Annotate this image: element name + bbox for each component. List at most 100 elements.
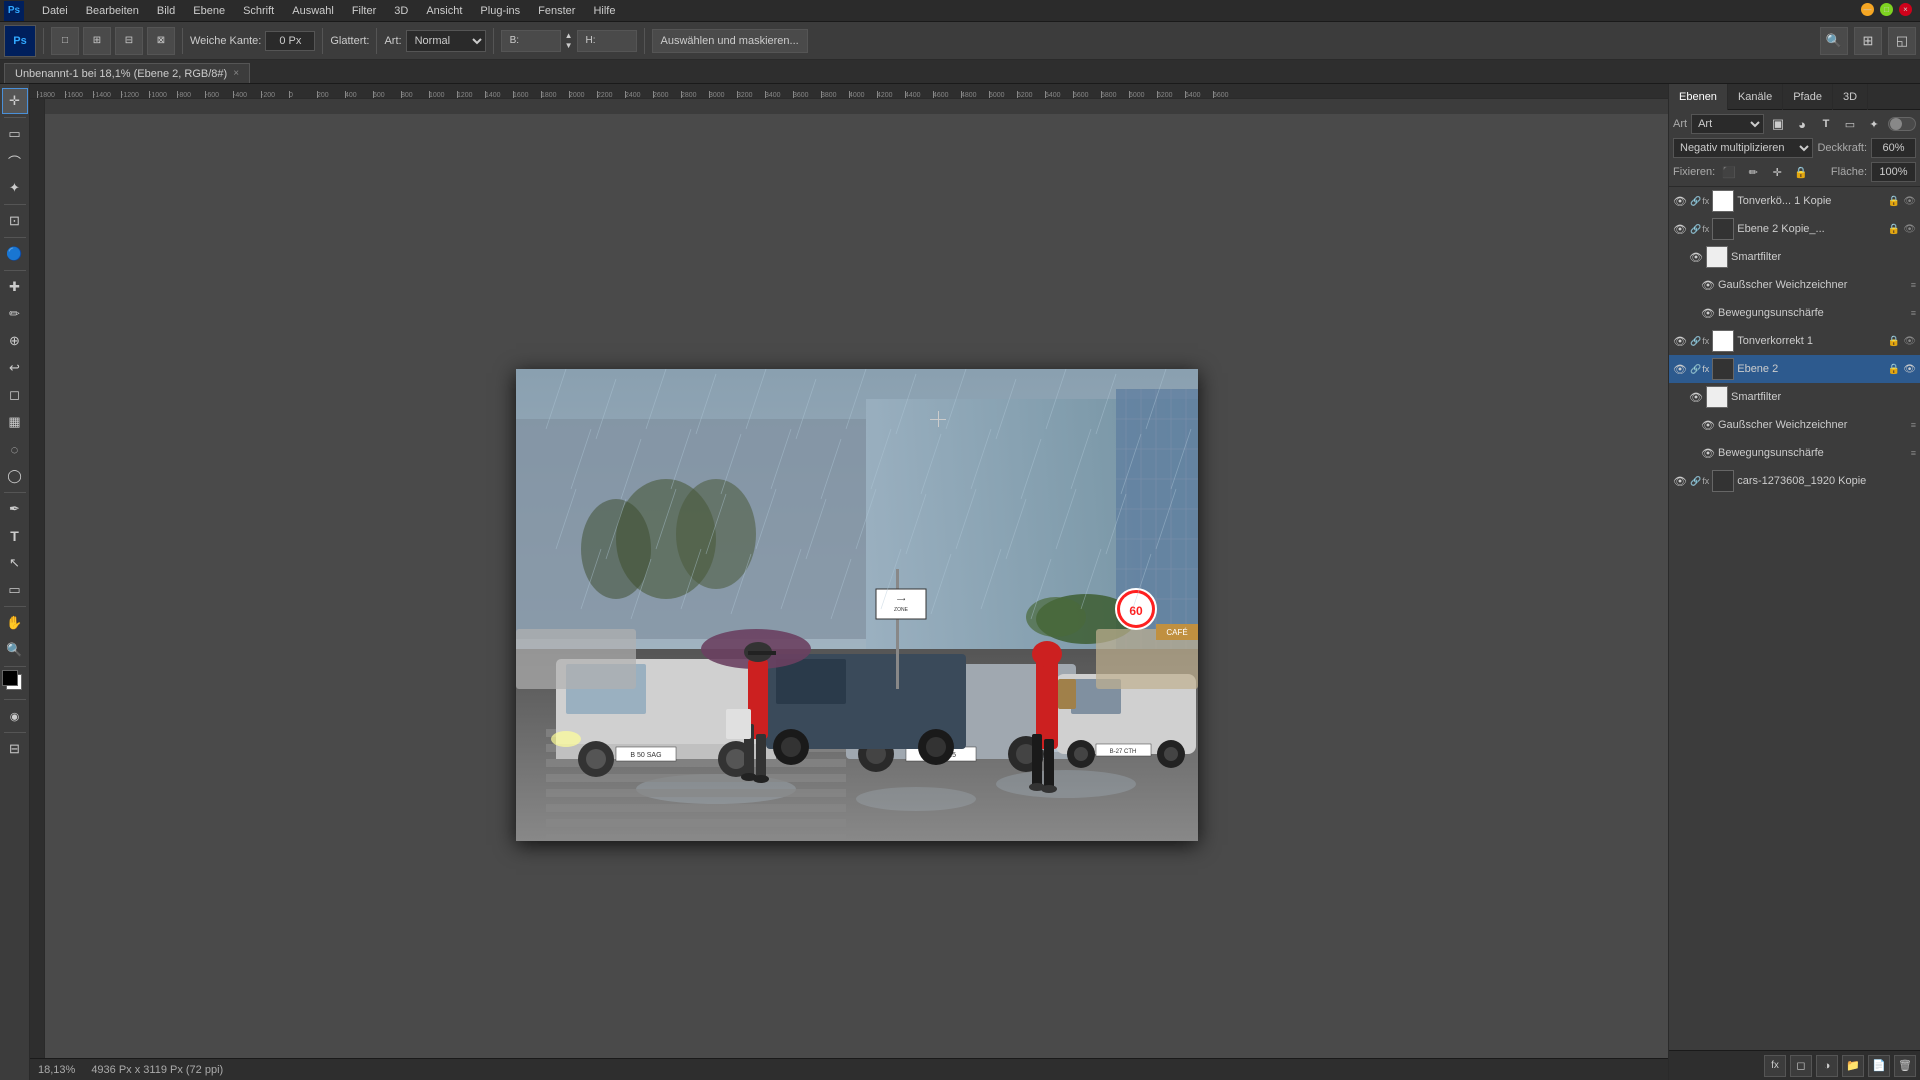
move-tool-btn[interactable]: ✛ [2, 88, 28, 114]
zoom-tool-btn[interactable]: 🔍 [2, 637, 28, 663]
layer-item-gauss1[interactable]: 👁 Gaußscher Weichzeichner ≡ [1669, 271, 1920, 299]
clone-tool-btn[interactable]: ⊕ [2, 328, 28, 354]
visibility-eye-bewegung1[interactable]: 👁 [1701, 306, 1715, 320]
visibility-eye-bewegung2[interactable]: 👁 [1701, 446, 1715, 460]
hand-tool-btn[interactable]: ✋ [2, 610, 28, 636]
menu-bild[interactable]: Bild [149, 3, 183, 19]
menu-hilfe[interactable]: Hilfe [585, 3, 623, 19]
color-swatches[interactable] [2, 670, 28, 696]
maximize-button[interactable]: □ [1880, 3, 1893, 16]
layer-item-ebene2[interactable]: 👁 🔗 fx Ebene 2 🔒 👁 [1669, 355, 1920, 383]
size-arrows[interactable]: ▲ ▼ [565, 31, 573, 50]
layer-item-bewegung1[interactable]: 👁 Bewegungsunschärfe ≡ [1669, 299, 1920, 327]
arrow-up[interactable]: ▲ [565, 31, 573, 41]
visibility-eye-ebene2-kopie[interactable]: 👁 [1673, 222, 1687, 236]
visibility-eye-sf2[interactable]: 👁 [1689, 390, 1703, 404]
layer-new-button[interactable]: 📄 [1868, 1055, 1890, 1077]
pen-tool-btn[interactable]: ✒ [2, 496, 28, 522]
workspace-icon-btn[interactable]: ⊞ [1854, 27, 1882, 55]
menu-fenster[interactable]: Fenster [530, 3, 583, 19]
search-icon-btn[interactable]: 🔍 [1820, 27, 1848, 55]
fill-input[interactable] [1871, 162, 1916, 182]
tab-close-btn[interactable]: × [233, 68, 239, 79]
filter-toggle[interactable] [1888, 117, 1916, 131]
layer-item-gauss2[interactable]: 👁 Gaußscher Weichzeichner ≡ [1669, 411, 1920, 439]
close-button[interactable]: × [1899, 3, 1912, 16]
menu-3d[interactable]: 3D [386, 3, 416, 19]
menu-schrift[interactable]: Schrift [235, 3, 282, 19]
tab-kanaele[interactable]: Kanäle [1728, 84, 1783, 110]
menu-bearbeiten[interactable]: Bearbeiten [78, 3, 147, 19]
menu-auswahl[interactable]: Auswahl [284, 3, 342, 19]
soft-edge-input[interactable] [265, 31, 315, 51]
filter-adjust-icon-btn[interactable]: ◕ [1792, 114, 1812, 134]
canvas-viewport[interactable]: B 50 SAG B 076825 [45, 114, 1668, 1080]
blend-mode-select[interactable]: Negativ multiplizieren Normal Aufhellen … [1673, 138, 1813, 158]
intersect-selection-btn[interactable]: ⊠ [147, 27, 175, 55]
lock-all-btn[interactable]: 🔒 [1791, 162, 1811, 182]
eraser-tool-btn[interactable]: ◻ [2, 382, 28, 408]
path-select-tool-btn[interactable]: ↖ [2, 550, 28, 576]
height-input[interactable] [596, 35, 631, 46]
visibility-eye-gauss1[interactable]: 👁 [1701, 278, 1715, 292]
screen-mode-btn[interactable]: ⊟ [2, 736, 28, 762]
minimize-button[interactable]: — [1861, 3, 1874, 16]
layer-item-cars-kopie[interactable]: 👁 🔗 fx cars-1273608_1920 Kopie [1669, 467, 1920, 495]
gradient-tool-btn[interactable]: ▦ [2, 409, 28, 435]
visibility-eye-tonverk-kopie[interactable]: 👁 [1673, 194, 1687, 208]
menu-filter[interactable]: Filter [344, 3, 384, 19]
brush-tool-btn[interactable]: ✏ [2, 301, 28, 327]
layer-delete-button[interactable]: 🗑 [1894, 1055, 1916, 1077]
visibility-eye-gauss2[interactable]: 👁 [1701, 418, 1715, 432]
lock-paint-btn[interactable]: ✏ [1743, 162, 1763, 182]
new-selection-btn[interactable]: □ [51, 27, 79, 55]
layer-fx-button[interactable]: fx [1764, 1055, 1786, 1077]
layer-item-tonverk-kopie[interactable]: 👁 🔗 fx Tonverkö... 1 Kopie 🔒 👁 [1669, 187, 1920, 215]
tab-3d[interactable]: 3D [1833, 84, 1868, 110]
rectangle-select-tool-btn[interactable]: ▭ [2, 121, 28, 147]
lock-position-btn[interactable]: ✛ [1767, 162, 1787, 182]
layer-adjustment-button[interactable]: ◑ [1816, 1055, 1838, 1077]
filter-pixel-icon-btn[interactable]: ▣ [1768, 114, 1788, 134]
eyedropper-tool-btn[interactable]: 🔵 [2, 241, 28, 267]
blur-tool-btn[interactable]: ◌ [2, 436, 28, 462]
shape-tool-btn[interactable]: ▭ [2, 577, 28, 603]
menu-plugins[interactable]: Plug-ins [472, 3, 528, 19]
lasso-tool-btn[interactable]: ⌒ [2, 148, 28, 174]
quick-mask-btn[interactable]: ◉ [2, 703, 28, 729]
magic-wand-tool-btn[interactable]: ✦ [2, 175, 28, 201]
filter-shape-icon-btn[interactable]: ▭ [1840, 114, 1860, 134]
subtract-selection-btn[interactable]: ⊟ [115, 27, 143, 55]
tab-pfade[interactable]: Pfade [1783, 84, 1833, 110]
text-tool-btn[interactable]: T [2, 523, 28, 549]
visibility-eye-tonverk1[interactable]: 👁 [1673, 334, 1687, 348]
foreground-color-swatch[interactable] [2, 670, 18, 686]
layer-mask-button[interactable]: ◻ [1790, 1055, 1812, 1077]
filter-smart-icon-btn[interactable]: ✦ [1864, 114, 1884, 134]
layer-group-button[interactable]: 📁 [1842, 1055, 1864, 1077]
menu-datei[interactable]: Datei [34, 3, 76, 19]
visibility-eye-cars[interactable]: 👁 [1673, 474, 1687, 488]
arrow-down[interactable]: ▼ [565, 41, 573, 51]
width-input[interactable] [519, 35, 554, 46]
arrange-icon-btn[interactable]: ◱ [1888, 27, 1916, 55]
tab-ebenen[interactable]: Ebenen [1669, 84, 1728, 110]
document-tab[interactable]: Unbenannt-1 bei 18,1% (Ebene 2, RGB/8#) … [4, 63, 250, 83]
home-button[interactable]: Ps [4, 25, 36, 57]
visibility-eye-ebene2[interactable]: 👁 [1673, 362, 1687, 376]
lock-pixel-btn[interactable]: ⬛ [1719, 162, 1739, 182]
layer-item-bewegung2[interactable]: 👁 Bewegungsunschärfe ≡ [1669, 439, 1920, 467]
filter-type-select[interactable]: Art Name Effekt [1691, 114, 1764, 134]
width-input-btn[interactable]: B: [501, 30, 561, 52]
art-select[interactable]: Normal Fixiert Verhältnis Größe [406, 30, 486, 52]
layer-item-smartfilter2[interactable]: 👁 Smartfilter [1669, 383, 1920, 411]
layer-item-smartfilter1[interactable]: 👁 Smartfilter [1669, 243, 1920, 271]
layer-item-ebene2-kopie[interactable]: 👁 🔗 fx Ebene 2 Kopie_... 🔒 👁 [1669, 215, 1920, 243]
dodge-tool-btn[interactable]: ◯ [2, 463, 28, 489]
healing-tool-btn[interactable]: ✚ [2, 274, 28, 300]
crop-tool-btn[interactable]: ⊡ [2, 208, 28, 234]
visibility-eye-sf1[interactable]: 👁 [1689, 250, 1703, 264]
add-selection-btn[interactable]: ⊞ [83, 27, 111, 55]
opacity-input[interactable] [1871, 138, 1916, 158]
filter-text-icon-btn[interactable]: T [1816, 114, 1836, 134]
